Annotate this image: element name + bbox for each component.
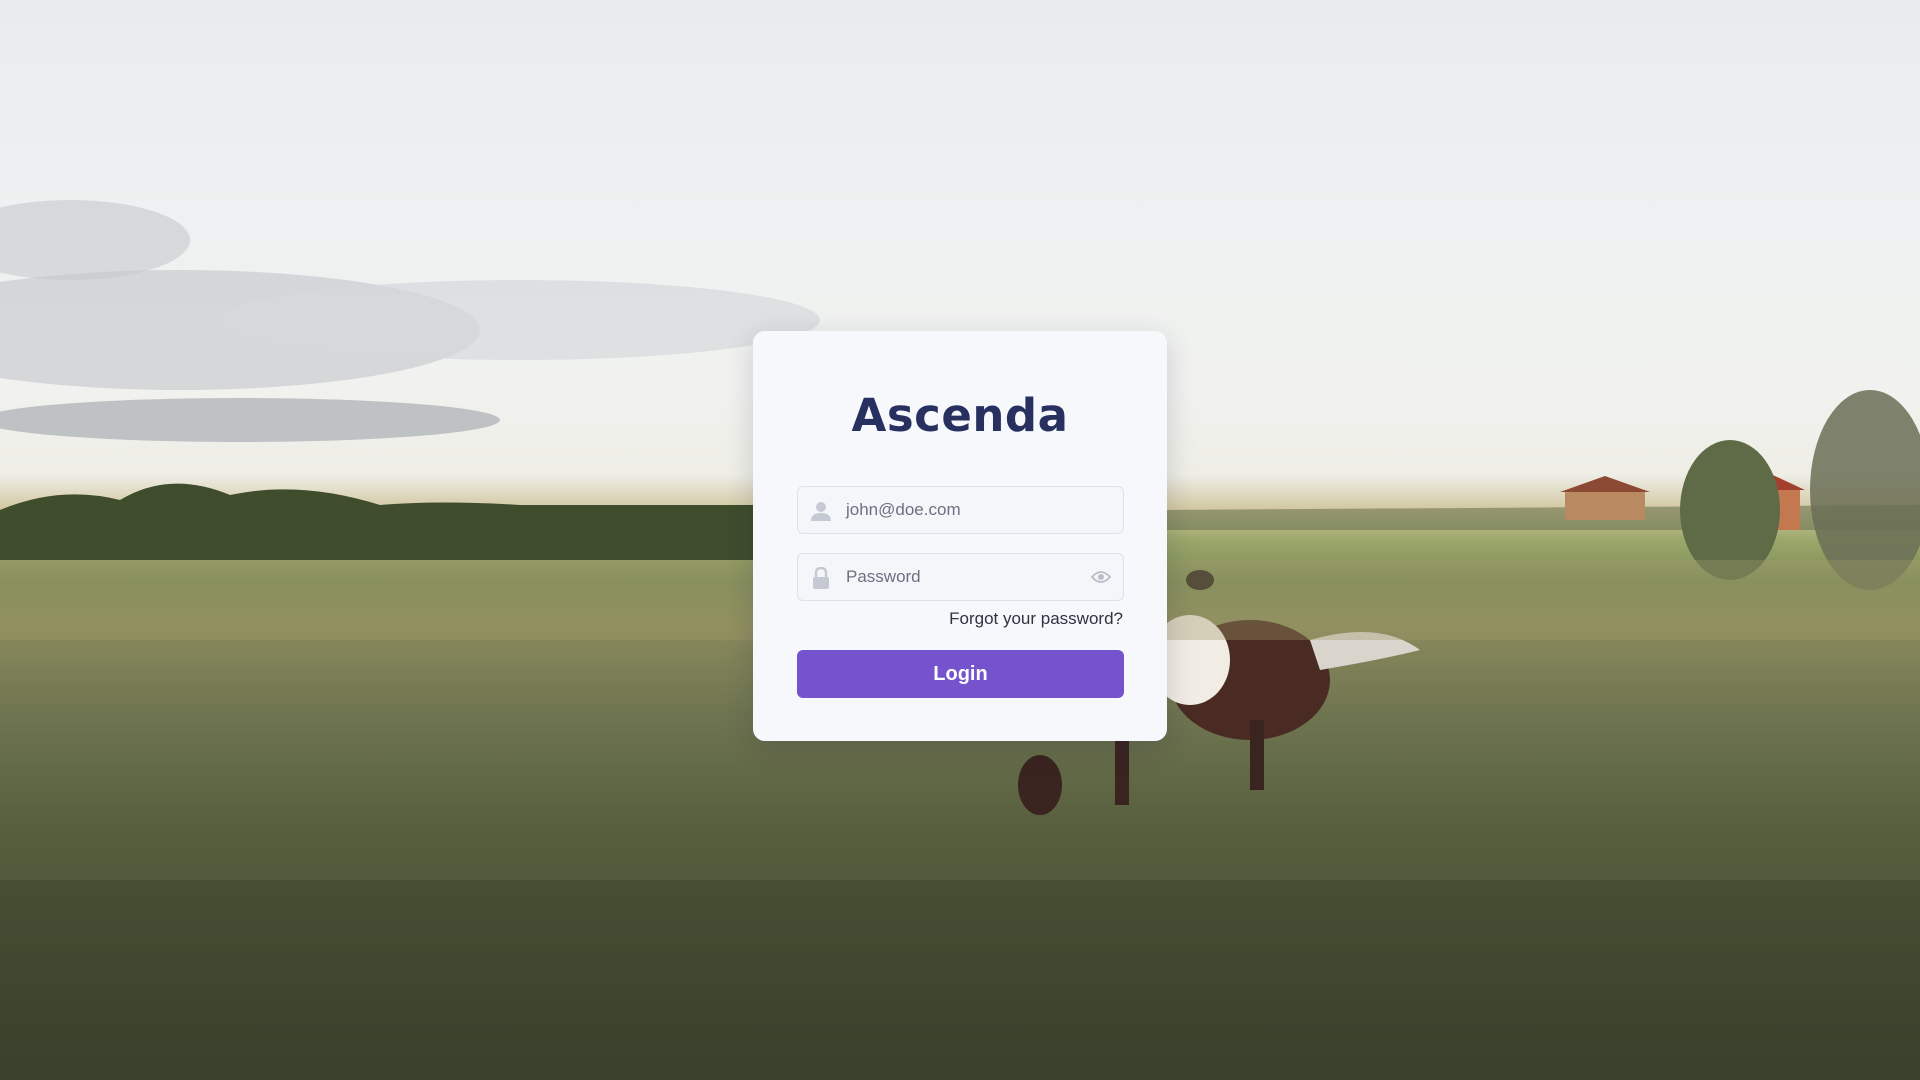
email-placeholder: john@doe.com	[846, 500, 961, 519]
eye-icon[interactable]	[1091, 569, 1111, 585]
login-button[interactable]: Login	[797, 650, 1124, 698]
login-card: Ascenda john@doe.com Password Forgot you…	[753, 331, 1167, 741]
email-field[interactable]: john@doe.com	[797, 486, 1124, 534]
brand-logo: Ascenda	[851, 389, 1069, 442]
password-placeholder: Password	[846, 567, 921, 586]
lock-icon	[813, 567, 829, 589]
password-field[interactable]: Password	[797, 553, 1124, 601]
user-icon	[811, 502, 831, 521]
forgot-password-link[interactable]: Forgot your password?	[949, 609, 1123, 629]
